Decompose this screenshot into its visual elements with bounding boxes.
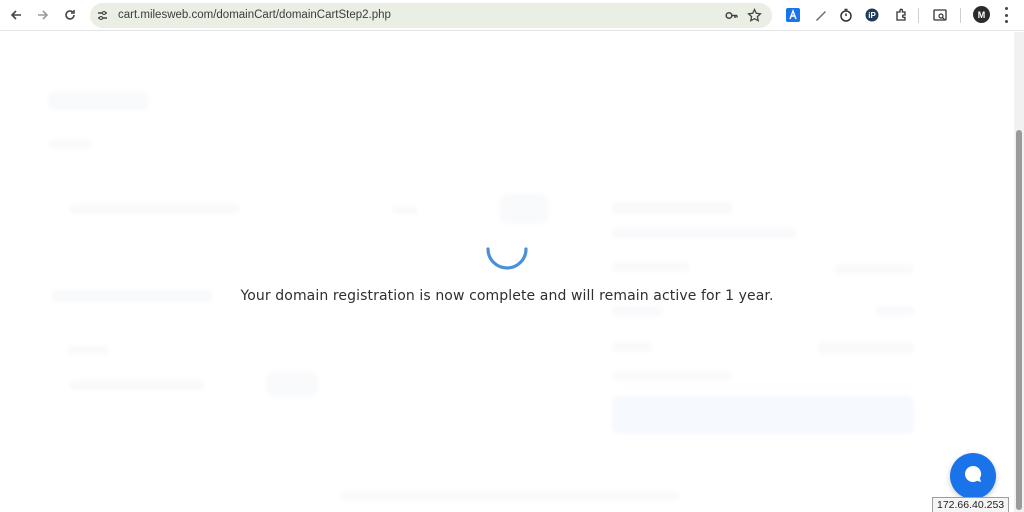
toolbar-divider: [960, 8, 961, 23]
url-text[interactable]: cart.milesweb.com/domainCart/domainCartS…: [118, 9, 391, 21]
tab-search-icon[interactable]: [932, 7, 948, 23]
puzzle-icon[interactable]: [893, 7, 909, 23]
loading-message: Your domain registration is now complete…: [240, 288, 774, 304]
scrollbar-thumb[interactable]: [1016, 130, 1022, 510]
toolbar-divider: [918, 8, 919, 23]
back-arrow-icon[interactable]: [6, 6, 26, 24]
reload-icon[interactable]: [60, 6, 80, 24]
extension-a-icon[interactable]: [785, 7, 801, 23]
loading-spinner-icon: [484, 226, 530, 272]
p-extension-icon[interactable]: iP: [864, 7, 880, 23]
timer-icon[interactable]: [838, 7, 854, 23]
page-scrollbar[interactable]: [1014, 32, 1024, 512]
browser-toolbar: cart.milesweb.com/domainCart/domainCartS…: [0, 0, 1024, 31]
tune-icon[interactable]: [96, 9, 109, 27]
more-vert-icon[interactable]: [1003, 7, 1009, 23]
key-icon[interactable]: [724, 8, 739, 28]
forward-arrow-icon[interactable]: [33, 6, 53, 24]
chat-button[interactable]: [950, 453, 996, 499]
address-bar[interactable]: cart.milesweb.com/domainCart/domainCartS…: [90, 3, 772, 28]
svg-text:iP: iP: [868, 11, 876, 20]
ip-address-label: 172.66.40.253: [932, 497, 1010, 512]
star-icon[interactable]: [747, 7, 762, 28]
chat-bubble-icon: [962, 463, 984, 490]
pen-icon[interactable]: [813, 7, 829, 23]
profile-avatar[interactable]: M: [973, 6, 990, 23]
